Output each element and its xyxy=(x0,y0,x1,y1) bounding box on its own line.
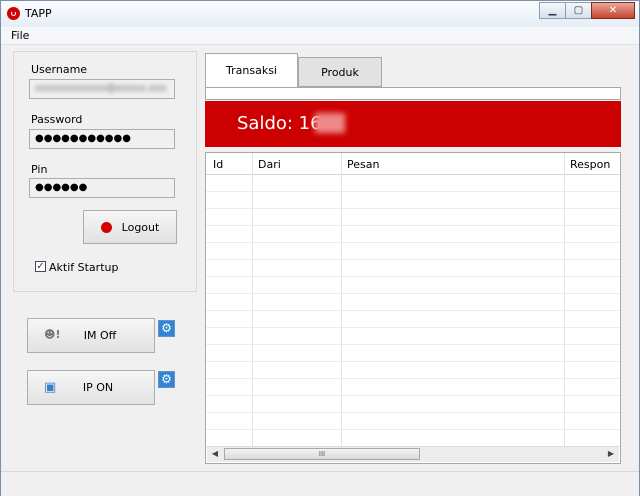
pin-field[interactable]: ●●●●●● xyxy=(29,178,175,198)
table-row-divider xyxy=(206,395,620,396)
table-row-divider xyxy=(206,293,620,294)
maximize-button[interactable]: ▢ xyxy=(565,2,592,19)
menu-file[interactable]: File xyxy=(11,29,29,42)
table-row-divider xyxy=(206,327,620,328)
column-divider xyxy=(252,153,253,447)
table-row-divider xyxy=(206,361,620,362)
scroll-left-icon[interactable]: ◀ xyxy=(210,449,220,459)
startup-label: Aktif Startup xyxy=(49,261,119,274)
app-window: TAPP ▁ ▢ ✕ File Username xxxxxxxxxxxx@xx… xyxy=(0,0,640,496)
logout-icon xyxy=(100,221,112,233)
saldo-blurred-digits xyxy=(315,113,345,133)
pin-label: Pin xyxy=(31,163,48,176)
table-row-divider xyxy=(206,344,620,345)
table-row-divider xyxy=(206,310,620,311)
table-row-divider xyxy=(206,412,620,413)
password-field[interactable]: ●●●●●●●●●●● xyxy=(29,129,175,149)
table-row-divider xyxy=(206,276,620,277)
col-header-dari[interactable]: Dari xyxy=(258,158,281,171)
table-header: Id Dari Pesan Respon xyxy=(206,153,620,175)
tab-transaksi[interactable]: Transaksi xyxy=(205,53,298,87)
saldo-value: Saldo: 16 xyxy=(237,113,322,134)
column-divider xyxy=(564,153,565,447)
scroll-right-icon[interactable]: ▶ xyxy=(606,449,616,459)
network-computers-icon: ▣ xyxy=(44,380,57,395)
username-label: Username xyxy=(31,63,88,76)
col-header-respon[interactable]: Respon xyxy=(570,158,610,171)
title-bar[interactable]: TAPP ▁ ▢ ✕ xyxy=(1,1,639,27)
scrollbar-thumb[interactable]: III xyxy=(224,448,420,460)
ip-settings-gear-icon[interactable]: ⚙ xyxy=(158,371,175,388)
im-toggle-button[interactable]: ☻! IM Off xyxy=(27,318,155,353)
transaction-table[interactable]: Id Dari Pesan Respon ◀ III ▶ xyxy=(205,152,621,464)
horizontal-scrollbar[interactable]: ◀ III ▶ xyxy=(207,446,619,462)
minimize-icon: ▁ xyxy=(548,5,557,16)
password-label: Password xyxy=(31,113,83,126)
table-row-divider xyxy=(206,429,620,430)
ip-toggle-label: IP ON xyxy=(82,381,114,394)
col-header-id[interactable]: Id xyxy=(213,158,223,171)
ip-toggle-button[interactable]: ▣ IP ON xyxy=(27,370,155,405)
minimize-button[interactable]: ▁ xyxy=(539,2,566,19)
close-button[interactable]: ✕ xyxy=(591,2,635,19)
tab-transaksi-label: Transaksi xyxy=(226,64,277,77)
window-title: TAPP xyxy=(25,7,52,20)
logout-button[interactable]: Logout xyxy=(83,210,177,244)
tab-produk[interactable]: Produk xyxy=(298,57,382,87)
maximize-icon: ▢ xyxy=(573,5,584,16)
table-row-divider xyxy=(206,208,620,209)
table-row-divider xyxy=(206,225,620,226)
status-bar xyxy=(1,471,639,496)
table-row-divider xyxy=(206,259,620,260)
startup-checkbox[interactable]: ✓ xyxy=(35,261,46,272)
app-logo-icon xyxy=(7,7,20,20)
table-row-divider xyxy=(206,191,620,192)
saldo-banner: Saldo: 16 xyxy=(205,101,621,147)
col-header-pesan[interactable]: Pesan xyxy=(347,158,379,171)
close-icon: ✕ xyxy=(608,5,618,16)
table-row-divider xyxy=(206,378,620,379)
logout-label: Logout xyxy=(121,220,160,234)
column-divider xyxy=(341,153,342,447)
username-field[interactable]: xxxxxxxxxxxx@xxxxx.xxx xyxy=(29,79,175,99)
im-settings-gear-icon[interactable]: ⚙ xyxy=(158,320,175,337)
yahoo-messenger-icon: ☻! xyxy=(44,328,61,341)
tab-content-top xyxy=(205,87,621,100)
table-row-divider xyxy=(206,242,620,243)
tab-produk-label: Produk xyxy=(321,65,359,79)
menu-bar: File xyxy=(1,27,639,45)
username-value-blurred: xxxxxxxxxxxx@xxxxx.xxx xyxy=(35,83,167,94)
im-toggle-label: IM Off xyxy=(83,329,117,342)
